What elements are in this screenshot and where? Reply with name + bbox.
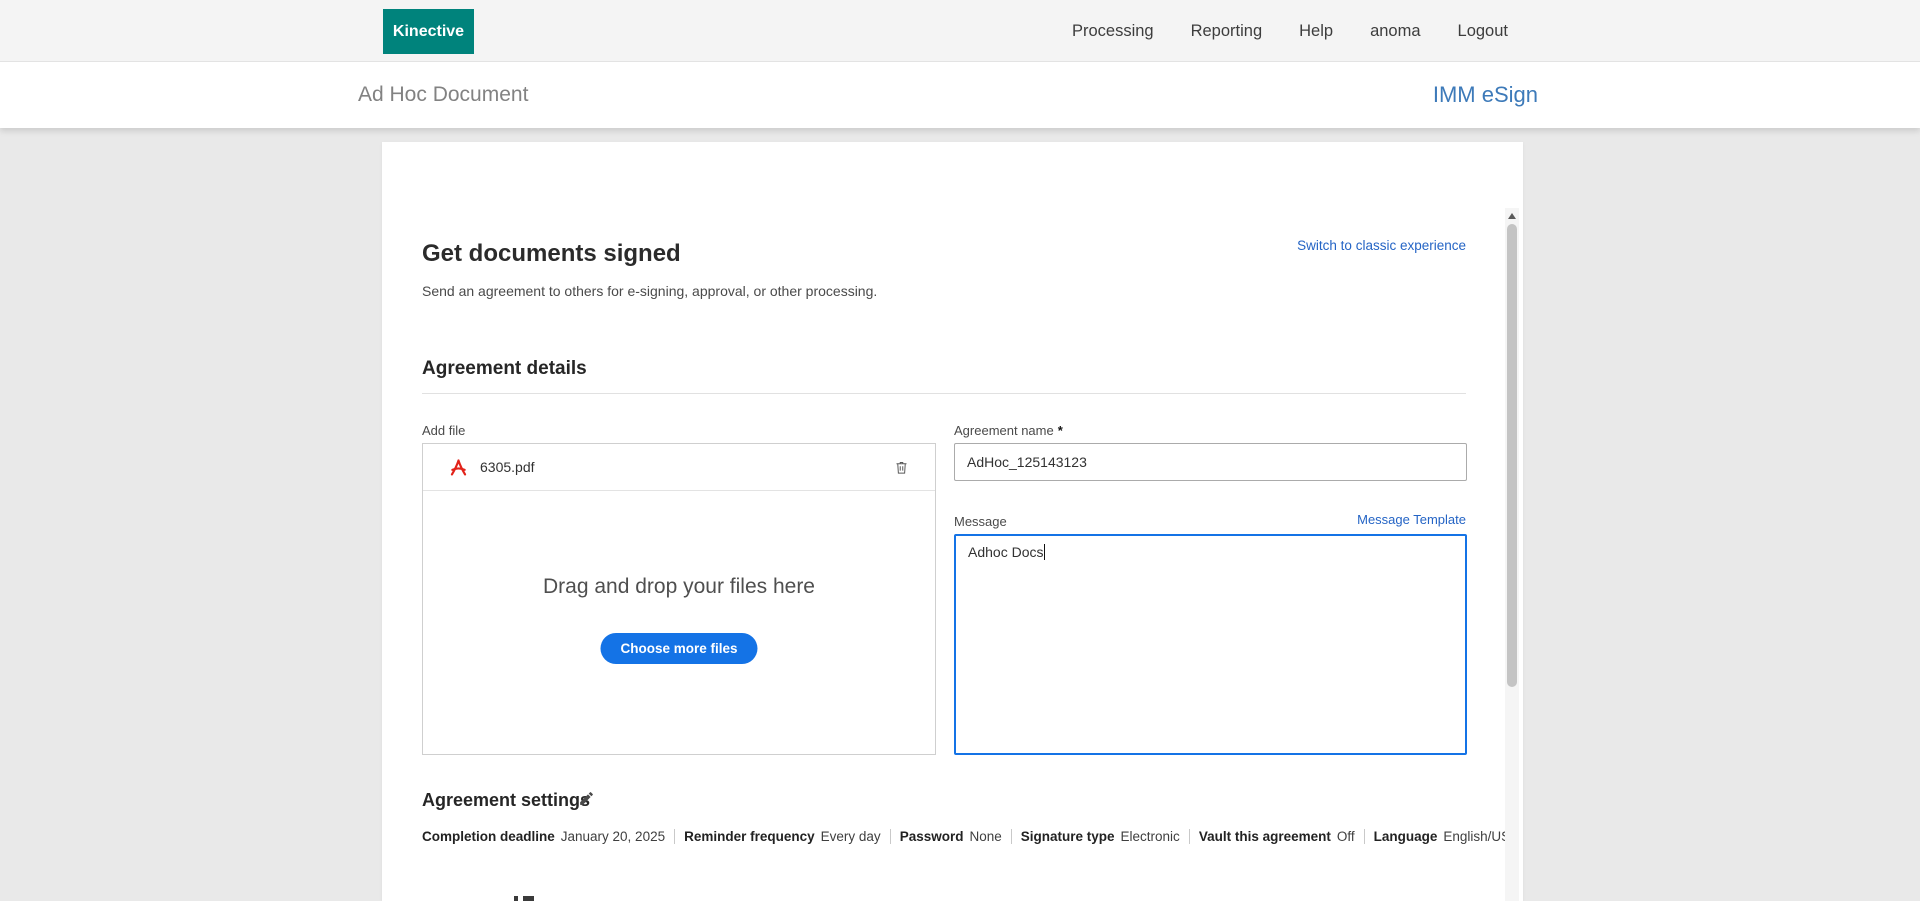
- setting-divider: [889, 829, 891, 844]
- main-heading: Get documents signed: [422, 240, 681, 267]
- cropped-next-section: [514, 896, 540, 901]
- scrollbar-track[interactable]: [1505, 208, 1519, 901]
- pdf-icon: [449, 458, 468, 476]
- message-template-link[interactable]: Message Template: [1357, 512, 1466, 527]
- setting-label: Reminder frequency: [684, 829, 815, 844]
- page-title: Ad Hoc Document: [358, 83, 529, 106]
- nav-logout[interactable]: Logout: [1458, 22, 1508, 41]
- title-bar: Ad Hoc Document IMM eSign: [0, 62, 1920, 128]
- nav-help[interactable]: Help: [1299, 22, 1333, 41]
- agreement-details-title: Agreement details: [422, 358, 587, 379]
- setting-value: January 20, 2025: [560, 829, 666, 844]
- add-file-label: Add file: [422, 423, 466, 438]
- text-caret: [1044, 544, 1046, 560]
- setting-signature-type: Signature type Electronic: [1021, 829, 1180, 844]
- setting-value: Every day: [820, 829, 881, 844]
- content-card: Get documents signed Send an agreement t…: [382, 142, 1523, 901]
- setting-password: Password None: [900, 829, 1002, 844]
- required-asterisk: *: [1057, 423, 1063, 438]
- setting-divider: [1188, 829, 1190, 844]
- setting-completion-deadline: Completion deadline January 20, 2025: [422, 829, 665, 844]
- setting-value: Off: [1336, 829, 1355, 844]
- setting-reminder-frequency: Reminder frequency Every day: [684, 829, 881, 844]
- scrollbar-thumb[interactable]: [1507, 224, 1517, 687]
- main-subheading: Send an agreement to others for e-signin…: [422, 283, 878, 299]
- product-name: IMM eSign: [1432, 82, 1538, 107]
- setting-value: Electronic: [1120, 829, 1180, 844]
- top-nav: Processing Reporting Help anoma Logout: [1072, 0, 1508, 62]
- dropzone-text: Drag and drop your files here: [543, 575, 815, 598]
- agreement-name-label: Agreement name *: [954, 423, 1063, 438]
- nav-processing[interactable]: Processing: [1072, 22, 1154, 41]
- nav-username[interactable]: anoma: [1370, 22, 1420, 41]
- section-divider: [422, 393, 1466, 394]
- agreement-settings-title: Agreement settings: [422, 790, 591, 810]
- setting-label: Vault this agreement: [1198, 829, 1331, 844]
- setting-label: Password: [899, 829, 964, 844]
- setting-value: English/US: [1443, 829, 1511, 844]
- kinective-logo[interactable]: Kinective: [383, 9, 474, 54]
- setting-vault: Vault this agreement Off: [1199, 829, 1355, 844]
- nav-reporting[interactable]: Reporting: [1191, 22, 1263, 41]
- file-name: 6305.pdf: [480, 459, 535, 475]
- message-textarea[interactable]: Adhoc Docs: [954, 534, 1467, 755]
- setting-label: Signature type: [1020, 829, 1115, 844]
- edit-settings-icon[interactable]: [578, 790, 595, 807]
- message-label: Message: [954, 514, 1007, 529]
- settings-summary: Completion deadline January 20, 2025 Remi…: [422, 829, 1510, 844]
- switch-classic-link[interactable]: Switch to classic experience: [1297, 238, 1466, 253]
- setting-divider: [674, 829, 676, 844]
- setting-value: None: [969, 829, 1002, 844]
- agreement-name-label-text: Agreement name: [954, 423, 1054, 438]
- delete-file-icon[interactable]: [894, 459, 909, 476]
- choose-more-files-button[interactable]: Choose more files: [600, 633, 758, 664]
- file-panel: 6305.pdf Drag and drop your files here C…: [422, 443, 936, 755]
- top-bar: Kinective Processing Reporting Help anom…: [0, 0, 1920, 62]
- dropzone[interactable]: Drag and drop your files here Choose mor…: [423, 491, 935, 754]
- scroll-up-arrow-icon[interactable]: [1508, 213, 1516, 219]
- agreement-name-input[interactable]: [954, 443, 1467, 481]
- setting-label: Completion deadline: [422, 829, 555, 844]
- setting-divider: [1363, 829, 1365, 844]
- setting-label: Language: [1373, 829, 1438, 844]
- file-row: 6305.pdf: [423, 444, 935, 491]
- message-text: Adhoc Docs: [968, 544, 1044, 560]
- setting-divider: [1010, 829, 1012, 844]
- setting-language: Language English/US: [1374, 829, 1511, 844]
